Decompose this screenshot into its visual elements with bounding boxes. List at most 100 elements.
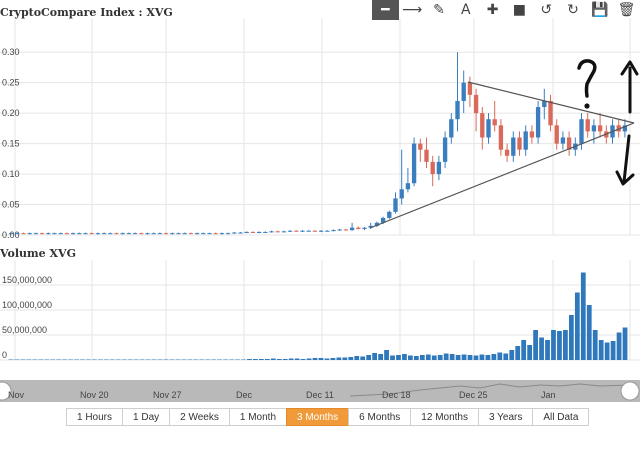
crosshair-tool-icon[interactable]: ✚ bbox=[479, 0, 506, 20]
undo-icon[interactable]: ↺ bbox=[533, 0, 560, 20]
candle-body bbox=[480, 113, 485, 138]
save-icon[interactable]: 💾 bbox=[586, 0, 613, 20]
volume-bar bbox=[187, 359, 193, 360]
candle-body bbox=[387, 211, 392, 218]
text-tool-icon[interactable]: A bbox=[452, 0, 479, 20]
candle-body bbox=[263, 231, 268, 233]
candle-body bbox=[194, 233, 200, 235]
candle-body bbox=[424, 149, 429, 162]
line-tool-icon[interactable]: ━ bbox=[372, 0, 399, 20]
range-button-1-day[interactable]: 1 Day bbox=[122, 408, 170, 426]
volume-chart-title: Volume XVG bbox=[0, 247, 76, 260]
volume-bar bbox=[479, 354, 485, 360]
volume-bar bbox=[473, 355, 479, 360]
delete-icon[interactable]: 🗑 bbox=[613, 0, 640, 20]
candle-body bbox=[548, 100, 553, 126]
volume-tick-label: 50,000,000 bbox=[2, 325, 47, 335]
candle-body bbox=[325, 230, 330, 232]
range-button-6-months[interactable]: 6 Months bbox=[348, 408, 411, 426]
candle-body bbox=[418, 143, 423, 150]
volume-bar bbox=[586, 305, 592, 360]
candle-body bbox=[275, 231, 280, 233]
volume-bar bbox=[467, 355, 473, 360]
candle-body bbox=[287, 230, 293, 232]
navigator-label: Dec bbox=[236, 390, 253, 400]
candle-body bbox=[15, 233, 20, 235]
candle-body bbox=[461, 82, 466, 101]
volume-bar bbox=[366, 355, 372, 360]
price-tick-label: 0.05 bbox=[2, 200, 20, 210]
price-grid bbox=[0, 18, 640, 236]
candle-body bbox=[529, 131, 535, 138]
candle-body bbox=[139, 233, 144, 235]
pencil-tool-icon[interactable]: ✎ bbox=[426, 0, 453, 20]
navigator-label: Jan bbox=[541, 390, 556, 400]
triangle-trendlines bbox=[369, 81, 635, 229]
rectangle-tool-icon[interactable]: ■ bbox=[506, 0, 533, 20]
candle-body bbox=[219, 233, 225, 235]
volume-bar bbox=[485, 355, 491, 360]
candle-body bbox=[232, 232, 237, 234]
volume-bar bbox=[384, 350, 389, 360]
question-mark-dot bbox=[584, 103, 590, 109]
volume-bar bbox=[413, 356, 419, 360]
volume-bar bbox=[241, 359, 246, 360]
volume-bar bbox=[14, 359, 20, 360]
volume-bar bbox=[449, 354, 455, 360]
arrow-tool-icon[interactable]: ⟶ bbox=[399, 0, 426, 20]
volume-bar bbox=[461, 354, 467, 360]
volume-bar bbox=[294, 358, 300, 360]
navigator-label: Nov 27 bbox=[153, 390, 182, 400]
candle-body bbox=[225, 233, 231, 235]
range-button-12-months[interactable]: 12 Months bbox=[410, 408, 478, 426]
range-button-all-data[interactable]: All Data bbox=[532, 408, 590, 426]
volume-bar bbox=[521, 340, 527, 360]
candle-body bbox=[411, 143, 417, 184]
volume-bar bbox=[437, 355, 443, 360]
candle-body bbox=[343, 229, 349, 231]
price-tick-label: 0.25 bbox=[2, 78, 20, 88]
volume-grid bbox=[0, 260, 640, 361]
range-button-2-weeks[interactable]: 2 Weeks bbox=[169, 408, 229, 426]
volume-bar bbox=[92, 359, 97, 360]
navigator-label: Dec 25 bbox=[459, 390, 488, 400]
candle-body bbox=[201, 233, 206, 235]
volume-bar bbox=[300, 359, 306, 360]
candle-body bbox=[52, 233, 57, 235]
redo-icon[interactable]: ↻ bbox=[560, 0, 587, 20]
volume-bar bbox=[80, 359, 85, 360]
volume-bar bbox=[580, 272, 586, 360]
candle-body bbox=[83, 233, 88, 235]
volume-bar bbox=[396, 355, 401, 360]
volume-tick-label: 100,000,000 bbox=[2, 300, 52, 310]
volume-bar bbox=[503, 353, 509, 360]
range-button-1-hours[interactable]: 1 Hours bbox=[66, 408, 123, 426]
volume-bar bbox=[598, 340, 604, 360]
volume-bar bbox=[324, 358, 330, 360]
chart-svg: 0.30 0.25 0.20 0.15 0.10 0.05 0.00 150,000,000… bbox=[0, 18, 640, 402]
candle-body bbox=[523, 131, 528, 150]
candle-body bbox=[27, 233, 32, 235]
range-button-1-month[interactable]: 1 Month bbox=[228, 408, 287, 426]
candle-body bbox=[306, 230, 311, 232]
volume-bar bbox=[32, 359, 38, 360]
volume-bar bbox=[419, 355, 425, 360]
range-button-3-years[interactable]: 3 Years bbox=[478, 408, 533, 426]
volume-bar bbox=[139, 359, 145, 360]
candle-body bbox=[33, 233, 39, 235]
volume-bar bbox=[217, 359, 223, 360]
volume-bar bbox=[545, 340, 550, 360]
candle-body bbox=[542, 100, 547, 108]
candle-body bbox=[449, 119, 454, 138]
candle-body bbox=[455, 100, 460, 120]
candle-body bbox=[312, 230, 318, 232]
volume-bar bbox=[258, 359, 264, 360]
candle-body bbox=[294, 230, 299, 232]
volume-bar bbox=[68, 359, 73, 360]
candle-body bbox=[535, 107, 541, 138]
volume-bar bbox=[115, 359, 121, 360]
range-button-3-months[interactable]: 3 Months bbox=[286, 408, 349, 426]
navigator-label: Dec 11 bbox=[306, 390, 334, 400]
candle-body bbox=[504, 149, 510, 156]
candle-body bbox=[585, 119, 590, 132]
